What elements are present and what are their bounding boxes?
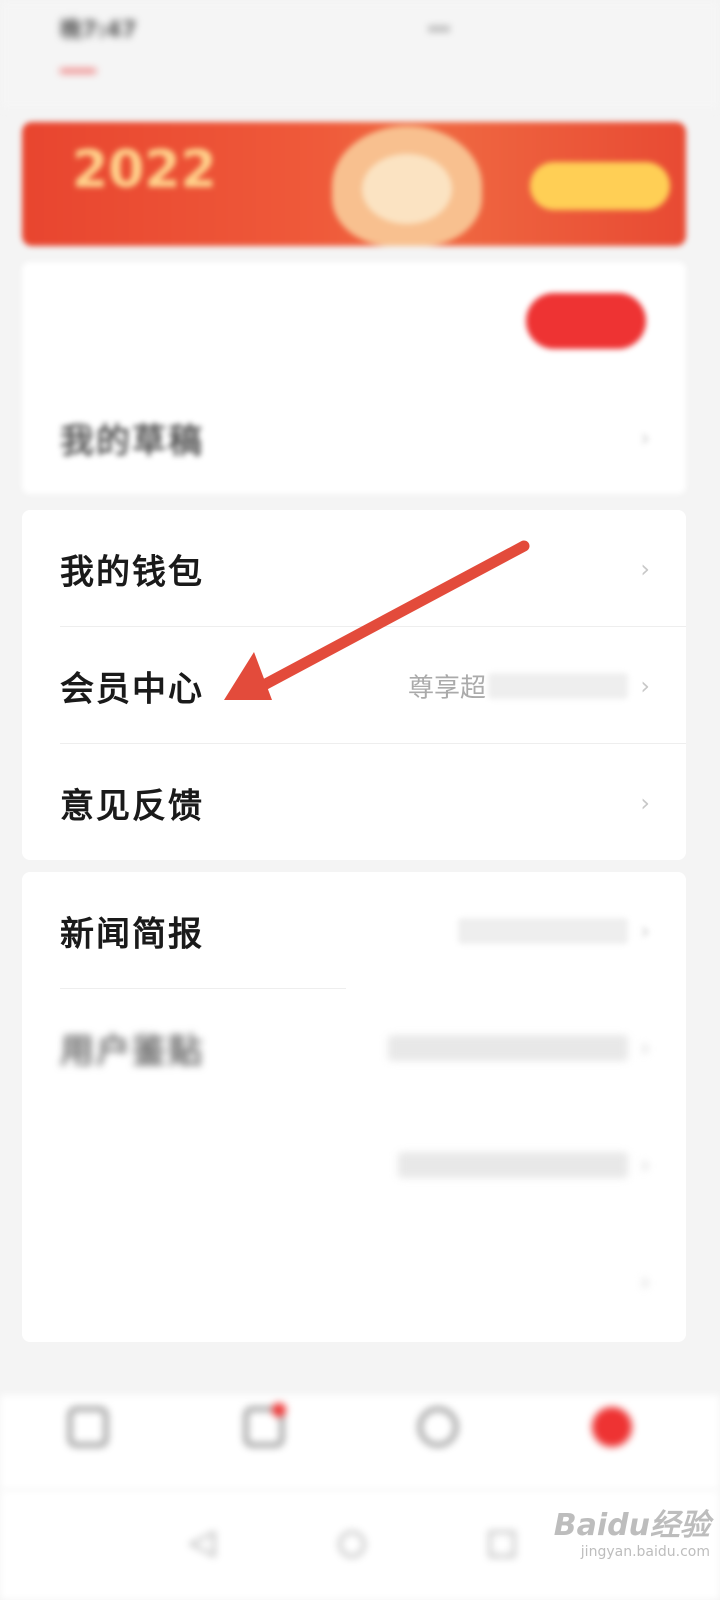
menu-row-3[interactable]: › [22, 1106, 686, 1223]
menu-row-label: 意见反馈 [60, 786, 204, 826]
home-icon [68, 1407, 108, 1447]
menu-row-label: 新闻简报 [60, 914, 204, 954]
chevron-right-icon: › [640, 1033, 650, 1062]
tab-1[interactable] [60, 42, 96, 73]
nav-label [48, 1455, 128, 1476]
watermark-logo: Baidu经验 [553, 1508, 710, 1543]
nav-item-video[interactable] [224, 1403, 304, 1476]
nav-label [224, 1455, 304, 1476]
menu-row-value: 尊享超 [407, 673, 486, 703]
nav-label [398, 1455, 478, 1476]
status-time: 晚7:47 [60, 18, 137, 43]
menu-row-value [388, 1034, 628, 1061]
publish-pill-button[interactable] [526, 292, 646, 349]
nav-item-home[interactable] [48, 1407, 128, 1476]
menu-card-services: 新闻简报 › 用户鉴贴 › › › [22, 872, 686, 1342]
menu-row-label: 会员中心 [60, 669, 204, 709]
menu-row-label: 我的草稿 [60, 421, 204, 461]
menu-row-drafts[interactable]: 我的草稿 › [22, 379, 686, 496]
chevron-right-icon: › [640, 1150, 650, 1179]
tab-5[interactable] [436, 42, 472, 73]
chevron-right-icon: › [640, 554, 650, 583]
top-bar: 晚7:47 … [0, 0, 720, 110]
tab-4[interactable] [342, 42, 378, 73]
chevron-right-icon: › [640, 671, 650, 700]
menu-row-wallet[interactable]: 我的钱包 › [22, 510, 686, 627]
watermark: Baidu经验 jingyan.baidu.com [540, 1500, 710, 1560]
banner-tiger-illustration [332, 126, 482, 246]
menu-row-value [458, 917, 628, 944]
menu-row-vip-center[interactable]: 会员中心 尊享超 › [22, 627, 686, 744]
nav-item-me[interactable] [572, 1407, 652, 1476]
nav-item-discover[interactable] [398, 1407, 478, 1476]
chevron-right-icon: › [640, 788, 650, 817]
banner-tiger-face [362, 154, 452, 224]
promo-banner[interactable]: 2022 [22, 122, 686, 246]
tab-7[interactable] [624, 42, 660, 73]
menu-card-account: 我的钱包 › 会员中心 尊享超 › 意见反馈 › [22, 510, 686, 860]
chevron-right-icon: › [640, 423, 650, 452]
profile-icon [592, 1407, 632, 1447]
menu-row-value-blurred [488, 672, 628, 699]
banner-cta-button[interactable] [530, 162, 670, 210]
menu-row-user-posts[interactable]: 用户鉴贴 › [22, 989, 686, 1106]
menu-row-creation[interactable] [22, 262, 686, 379]
tab-3[interactable] [248, 42, 284, 73]
menu-row-news-brief[interactable]: 新闻简报 › [22, 872, 686, 989]
chevron-right-icon: › [640, 916, 650, 945]
tab-bar [60, 42, 660, 73]
back-triangle-icon[interactable]: ◁ [180, 1520, 224, 1564]
nav-label [572, 1455, 652, 1476]
menu-row-value [398, 1151, 628, 1178]
compass-icon [418, 1407, 458, 1447]
menu-row-label: 我的钱包 [60, 552, 204, 592]
menu-card-drafts: 我的草稿 › [22, 262, 686, 494]
status-indicators: … [428, 12, 450, 37]
tab-2[interactable] [154, 42, 190, 73]
menu-row-feedback[interactable]: 意见反馈 › [22, 744, 686, 861]
bottom-nav [0, 1395, 720, 1490]
menu-row-label: 用户鉴贴 [60, 1031, 204, 1071]
watermark-url: jingyan.baidu.com [580, 1544, 710, 1560]
tab-6[interactable] [530, 42, 566, 73]
banner-year: 2022 [72, 140, 217, 200]
menu-row-4[interactable]: › [22, 1223, 686, 1340]
recents-square-icon[interactable]: □ [480, 1520, 524, 1564]
chevron-right-icon: › [640, 1267, 650, 1296]
home-circle-icon[interactable]: ○ [330, 1520, 374, 1564]
notification-dot [272, 1403, 286, 1417]
